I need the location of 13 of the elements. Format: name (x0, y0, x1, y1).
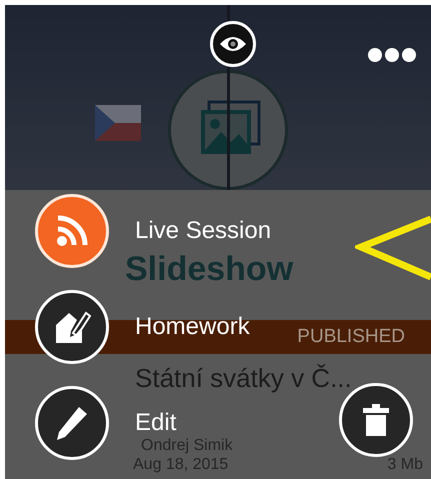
flag-icon (95, 105, 141, 141)
menu-action-label[interactable]: Edit (135, 410, 176, 436)
eye-icon (219, 35, 247, 53)
more-icon (367, 46, 417, 63)
menu-action-label[interactable]: Homework (135, 314, 250, 340)
pencil-icon (55, 405, 89, 441)
trash-icon (363, 404, 389, 436)
item-title: Státní svátky v Č... (134, 362, 353, 393)
house-pencil-icon (53, 309, 91, 345)
status-label: PUBLISHED (297, 324, 405, 349)
menu-action-label[interactable]: Live Session (135, 218, 272, 244)
rss-icon (54, 213, 90, 249)
content-type-label: Slideshow (125, 252, 294, 286)
